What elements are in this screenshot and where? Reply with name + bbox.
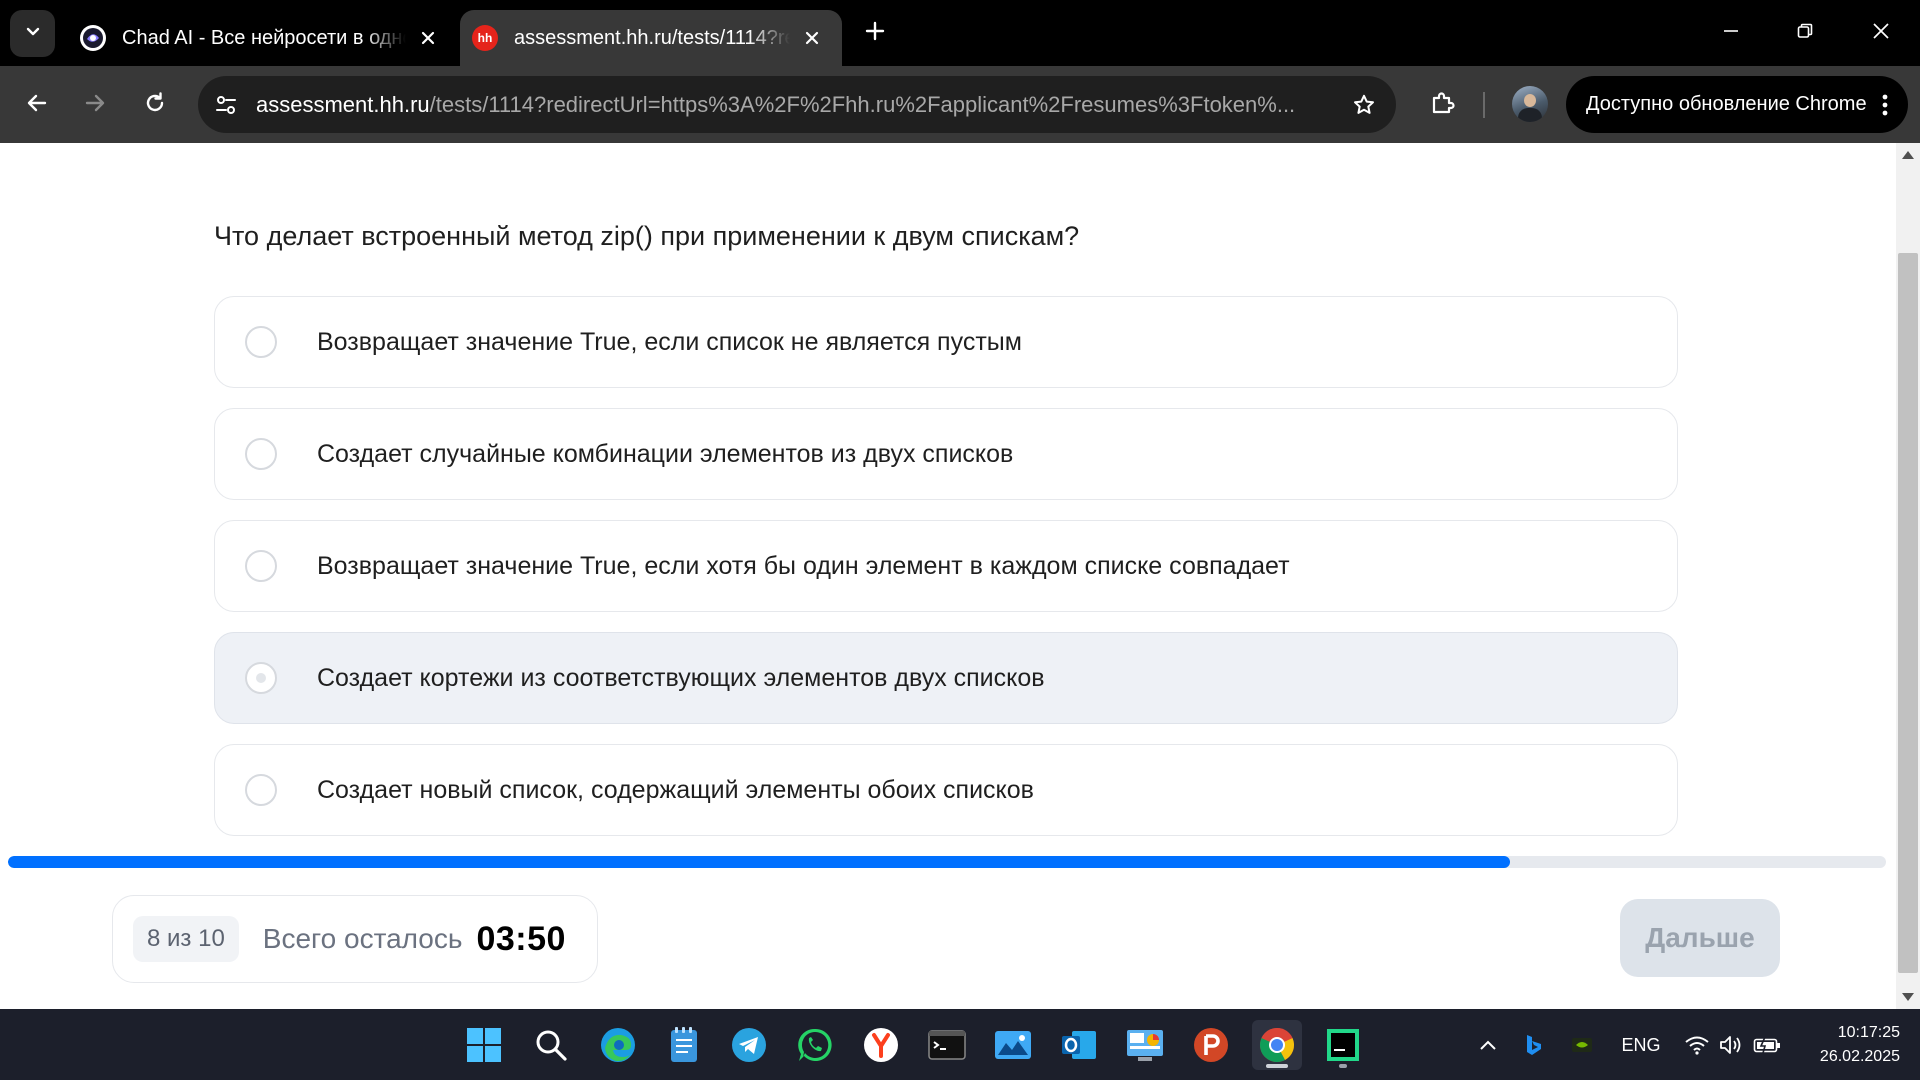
bing-icon[interactable] (1520, 1029, 1548, 1061)
notepad-icon[interactable] (659, 1020, 709, 1070)
answer-option-2[interactable]: Создает случайные комбинации элементов и… (214, 408, 1678, 500)
url-path: /tests/1114?redirectUrl=https%3A%2F%2Fhh… (429, 91, 1296, 117)
scrollbar-thumb[interactable] (1898, 253, 1918, 973)
windows-start-icon[interactable] (459, 1020, 509, 1070)
pycharm-icon[interactable] (1318, 1020, 1368, 1070)
minimize-icon (1722, 22, 1740, 45)
site-info-icon[interactable] (206, 85, 246, 125)
powerpoint-icon[interactable] (1186, 1020, 1236, 1070)
restore-window-button[interactable] (1782, 12, 1828, 54)
radio-button[interactable] (245, 550, 277, 582)
telegram-icon[interactable] (724, 1020, 774, 1070)
extensions-button[interactable] (1422, 84, 1464, 126)
close-tab-icon[interactable] (798, 24, 826, 52)
yandex-browser-icon[interactable] (856, 1020, 906, 1070)
radio-button[interactable] (245, 662, 277, 694)
answer-option-label: Создает случайные комбинации элементов и… (317, 439, 1014, 468)
chrome-icon[interactable] (1252, 1020, 1302, 1070)
browser-tab-strip: Chad AI - Все нейросети в одном hh asses… (0, 0, 1920, 66)
close-window-button[interactable] (1858, 12, 1904, 54)
more-vertical-icon (1880, 90, 1890, 120)
scroll-up-arrow-icon[interactable] (1902, 151, 1914, 159)
tab-title: assessment.hh.ru/tests/1114?redirectUrl (514, 26, 790, 49)
new-tab-button[interactable] (858, 16, 892, 50)
progress-bar (8, 856, 1886, 868)
control-panel-icon[interactable] (1120, 1020, 1170, 1070)
answer-option-label: Возвращает значение True, если хотя бы о… (317, 551, 1290, 580)
battery-charging-icon[interactable] (1752, 1029, 1782, 1061)
test-page: Что делает встроенный метод zip() при пр… (0, 143, 1896, 1009)
answer-option-4[interactable]: Создает кортежи из соответствующих элеме… (214, 632, 1678, 724)
arrow-right-icon (83, 91, 107, 120)
system-clock[interactable]: 10:17:25 26.02.2025 (1800, 1021, 1900, 1069)
photos-icon[interactable] (988, 1020, 1038, 1070)
terminal-icon[interactable] (922, 1020, 972, 1070)
plus-icon (864, 20, 886, 47)
radio-button[interactable] (245, 326, 277, 358)
profile-avatar[interactable] (1512, 86, 1548, 122)
toolbar-divider (1483, 92, 1485, 118)
forward-button[interactable] (74, 84, 116, 126)
page-scrollbar[interactable] (1896, 143, 1920, 1009)
restore-icon (1796, 22, 1814, 45)
windows-taskbar: ENG 10:17:25 26.02.2025 (0, 1009, 1920, 1080)
answer-option-label: Возвращает значение True, если список не… (317, 327, 1022, 356)
timer-value: 03:50 (476, 919, 566, 958)
show-hidden-icons-chevron-icon[interactable] (1476, 1029, 1500, 1061)
minimize-window-button[interactable] (1708, 12, 1754, 54)
chevron-down-icon (24, 22, 42, 45)
browser-tab-assessment[interactable]: hh assessment.hh.ru/tests/1114?redirectU… (460, 10, 842, 66)
running-app-indicator (1339, 1064, 1347, 1068)
chrome-update-button[interactable]: Доступно обновление Chrome (1566, 76, 1908, 133)
search-icon[interactable] (526, 1020, 576, 1070)
edge-icon[interactable] (593, 1020, 643, 1070)
wifi-icon[interactable] (1682, 1029, 1712, 1061)
hh-logo-icon: hh (472, 25, 498, 51)
outlook-icon[interactable] (1054, 1020, 1104, 1070)
back-button[interactable] (16, 84, 58, 126)
tab-search-button[interactable] (10, 10, 55, 57)
question-counter: 8 из 10 (133, 916, 239, 962)
address-bar[interactable]: assessment.hh.ru/tests/1114?redirectUrl=… (198, 76, 1396, 133)
update-chip-label: Доступно обновление Chrome (1586, 93, 1867, 115)
chad-ai-logo-icon (80, 25, 106, 51)
language-indicator[interactable]: ENG (1616, 1029, 1666, 1061)
active-app-indicator (1266, 1064, 1288, 1068)
volume-icon[interactable] (1716, 1029, 1746, 1061)
answer-option-1[interactable]: Возвращает значение True, если список не… (214, 296, 1678, 388)
radio-button[interactable] (245, 774, 277, 806)
next-button[interactable]: Дальше (1620, 899, 1780, 977)
nvidia-icon[interactable] (1568, 1029, 1596, 1061)
url-host: assessment.hh.ru (256, 91, 430, 117)
timer-label: Всего осталось (262, 923, 463, 954)
close-tab-icon[interactable] (414, 24, 442, 52)
arrow-left-icon (25, 91, 49, 120)
whatsapp-icon[interactable] (790, 1020, 840, 1070)
reload-button[interactable] (134, 84, 176, 126)
answer-option-3[interactable]: Возвращает значение True, если хотя бы о… (214, 520, 1678, 612)
close-icon (1871, 21, 1891, 46)
reload-icon (143, 91, 167, 120)
answer-option-5[interactable]: Создает новый список, содержащий элемент… (214, 744, 1678, 836)
browser-tab-chad-ai[interactable]: Chad AI - Все нейросети в одном (66, 10, 458, 66)
test-status-panel: 8 из 10 Всего осталось 03:50 (112, 895, 598, 983)
tab-title: Chad AI - Все нейросети в одном (122, 26, 406, 49)
scroll-down-arrow-icon[interactable] (1902, 993, 1914, 1001)
clock-date: 26.02.2025 (1819, 1048, 1900, 1065)
clock-time: 10:17:25 (1837, 1024, 1900, 1041)
answer-option-label: Создает новый список, содержащий элемент… (317, 775, 1034, 804)
url-text[interactable]: assessment.hh.ru/tests/1114?redirectUrl=… (256, 92, 1316, 118)
progress-bar-fill (8, 856, 1511, 868)
puzzle-icon (1430, 90, 1456, 121)
bookmark-star-icon[interactable] (1348, 89, 1380, 121)
answer-option-label: Создает кортежи из соответствующих элеме… (317, 663, 1045, 692)
radio-button[interactable] (245, 438, 277, 470)
question-text: Что делает встроенный метод zip() при пр… (214, 221, 1080, 251)
browser-toolbar: assessment.hh.ru/tests/1114?redirectUrl=… (0, 66, 1920, 143)
